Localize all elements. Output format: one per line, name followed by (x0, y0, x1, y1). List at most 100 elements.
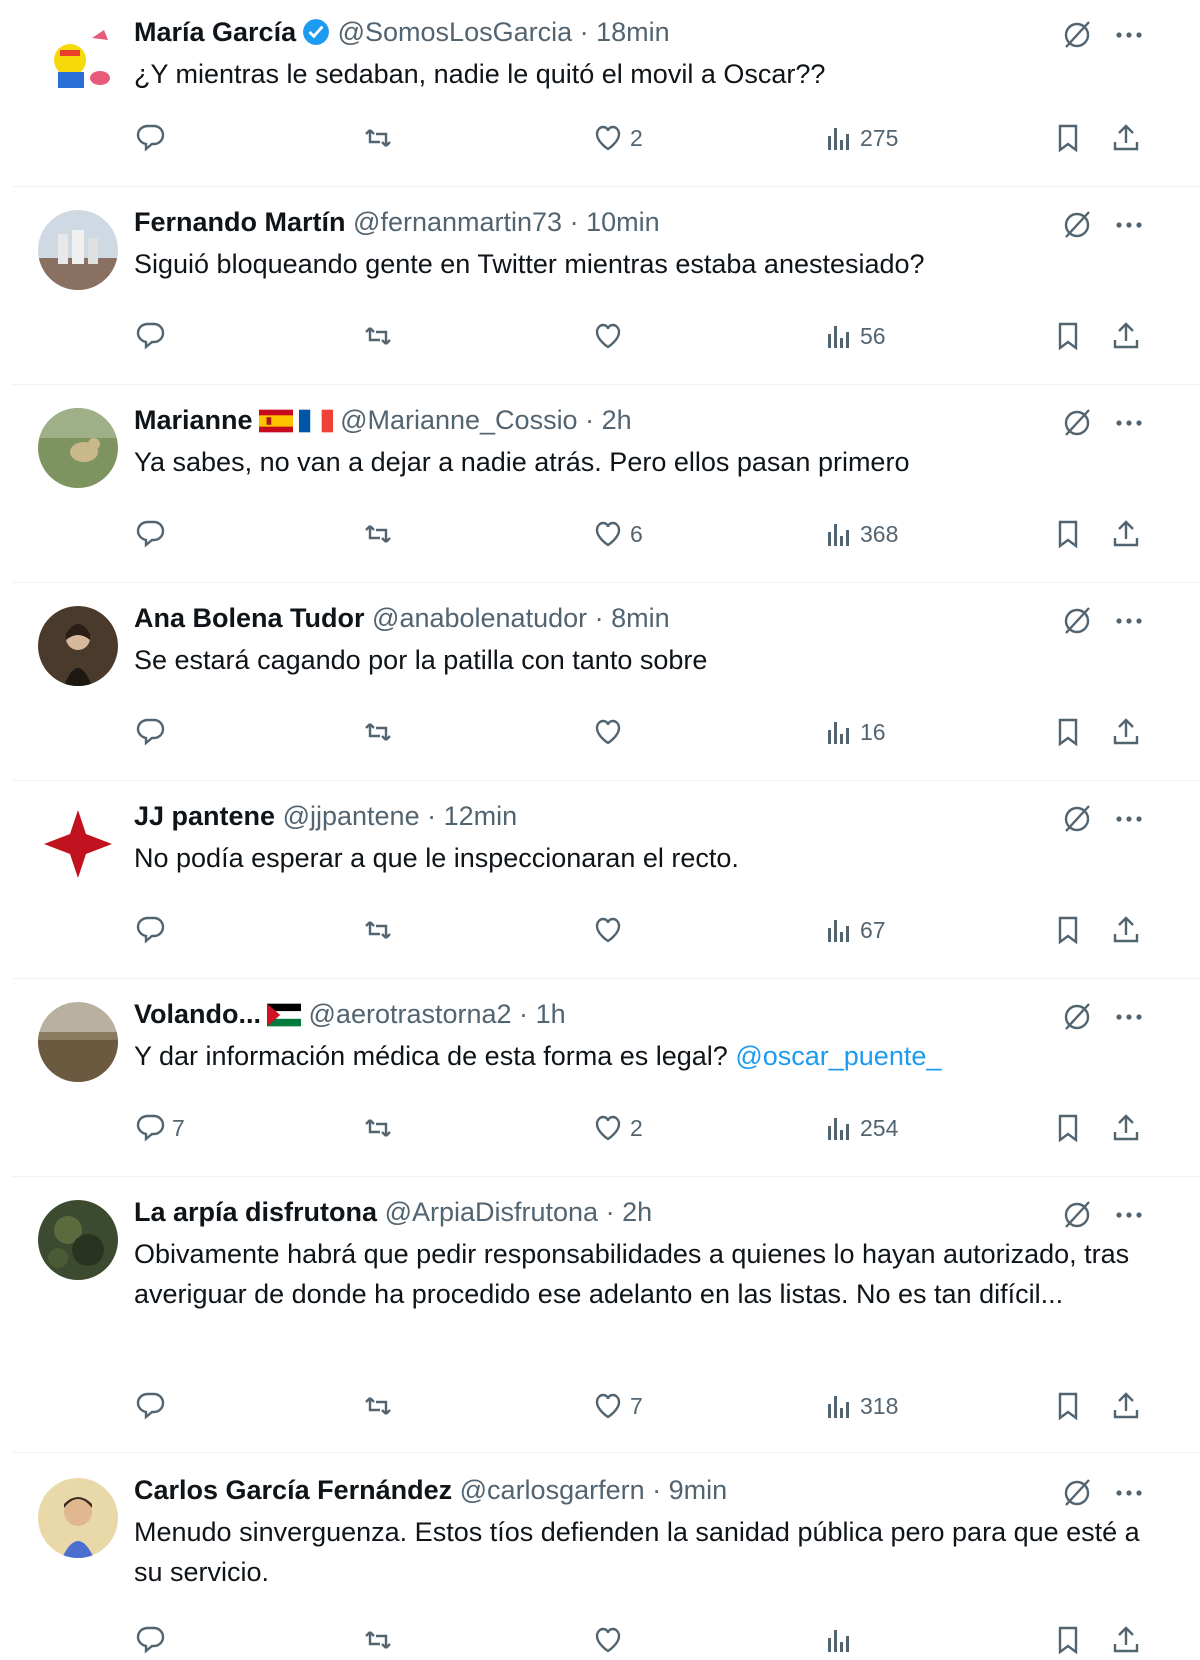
avatar[interactable] (38, 210, 118, 290)
more-options-icon[interactable] (1112, 18, 1146, 52)
avatar[interactable] (38, 606, 118, 686)
avatar[interactable] (38, 1478, 118, 1558)
views-button[interactable]: 67 (822, 910, 886, 950)
user-handle[interactable]: @Marianne_Cossio (340, 405, 578, 435)
display-name[interactable]: Marianne (134, 405, 253, 435)
like-button[interactable]: 7 (592, 1386, 643, 1426)
views-button[interactable]: 368 (822, 514, 898, 554)
more-options-icon[interactable] (1112, 1198, 1146, 1232)
retweet-button[interactable] (362, 316, 394, 356)
retweet-button[interactable] (362, 712, 394, 752)
retweet-button[interactable] (362, 1386, 394, 1426)
user-handle[interactable]: @jjpantene (283, 801, 420, 831)
share-button[interactable] (1110, 514, 1142, 554)
avatar[interactable] (38, 804, 118, 884)
share-button[interactable] (1110, 316, 1142, 356)
tweet[interactable]: Ana Bolena Tudor @anabolenatudor · 8min S… (12, 594, 1200, 784)
views-button[interactable]: 318 (822, 1386, 898, 1426)
views-button[interactable]: 16 (822, 712, 886, 752)
views-button[interactable] (822, 1620, 854, 1660)
timestamp[interactable]: 2h (602, 405, 632, 435)
display-name[interactable]: La arpía disfrutona (134, 1197, 377, 1227)
retweet-button[interactable] (362, 118, 394, 158)
grok-icon[interactable] (1060, 802, 1094, 836)
grok-icon[interactable] (1060, 406, 1094, 440)
grok-icon[interactable] (1060, 1476, 1094, 1510)
reply-button[interactable] (134, 1386, 166, 1426)
like-button[interactable] (592, 1620, 624, 1660)
retweet-button[interactable] (362, 1620, 394, 1660)
bookmark-button[interactable] (1052, 1386, 1084, 1426)
bookmark-button[interactable] (1052, 316, 1084, 356)
tweet[interactable]: Carlos García Fernández @carlosgarfern ·… (12, 1466, 1200, 1656)
retweet-button[interactable] (362, 910, 394, 950)
display-name[interactable]: Carlos García Fernández (134, 1475, 452, 1505)
like-button[interactable]: 2 (592, 118, 643, 158)
like-button[interactable] (592, 316, 624, 356)
tweet[interactable]: Marianne @Marianne_Cossio · 2h Ya sabes, … (12, 396, 1200, 586)
grok-icon[interactable] (1060, 1000, 1094, 1034)
tweet[interactable]: JJ pantene @jjpantene · 12min No podía es… (12, 792, 1200, 982)
avatar[interactable] (38, 1200, 118, 1280)
reply-button[interactable] (134, 712, 166, 752)
display-name[interactable]: Ana Bolena Tudor (134, 603, 365, 633)
avatar[interactable] (38, 20, 118, 100)
display-name[interactable]: Fernando Martín (134, 207, 346, 237)
like-button[interactable] (592, 910, 624, 950)
like-button[interactable]: 2 (592, 1108, 643, 1148)
bookmark-button[interactable] (1052, 514, 1084, 554)
timestamp[interactable]: 12min (444, 801, 518, 831)
timestamp[interactable]: 18min (596, 17, 670, 47)
share-button[interactable] (1110, 712, 1142, 752)
bookmark-button[interactable] (1052, 910, 1084, 950)
display-name[interactable]: María García (134, 17, 296, 47)
share-button[interactable] (1110, 910, 1142, 950)
avatar[interactable] (38, 1002, 118, 1082)
reply-button[interactable] (134, 118, 166, 158)
views-button[interactable]: 275 (822, 118, 898, 158)
timestamp[interactable]: 10min (586, 207, 660, 237)
tweet[interactable]: Fernando Martín @fernanmartin73 · 10min S… (12, 198, 1200, 388)
reply-button[interactable] (134, 316, 166, 356)
tweet[interactable]: La arpía disfrutona @ArpiaDisfrutona · 2… (12, 1188, 1200, 1421)
display-name[interactable]: Volando... (134, 999, 261, 1029)
more-options-icon[interactable] (1112, 208, 1146, 242)
timestamp[interactable]: 9min (669, 1475, 728, 1505)
timestamp[interactable]: 2h (622, 1197, 652, 1227)
bookmark-button[interactable] (1052, 1108, 1084, 1148)
avatar[interactable] (38, 408, 118, 488)
views-button[interactable]: 56 (822, 316, 886, 356)
share-button[interactable] (1110, 1108, 1142, 1148)
more-options-icon[interactable] (1112, 604, 1146, 638)
reply-button[interactable] (134, 1620, 166, 1660)
grok-icon[interactable] (1060, 1198, 1094, 1232)
more-options-icon[interactable] (1112, 1000, 1146, 1034)
grok-icon[interactable] (1060, 208, 1094, 242)
bookmark-button[interactable] (1052, 118, 1084, 158)
grok-icon[interactable] (1060, 18, 1094, 52)
more-options-icon[interactable] (1112, 1476, 1146, 1510)
user-handle[interactable]: @aerotrastorna2 (309, 999, 512, 1029)
mention-link[interactable]: @oscar_puente_ (735, 1041, 941, 1071)
tweet[interactable]: Volando... @aerotrastorna2 · 1h Y dar inf… (12, 990, 1200, 1180)
like-button[interactable]: 6 (592, 514, 643, 554)
user-handle[interactable]: @ArpiaDisfrutona (385, 1197, 599, 1227)
bookmark-button[interactable] (1052, 1620, 1084, 1660)
more-options-icon[interactable] (1112, 406, 1146, 440)
share-button[interactable] (1110, 1620, 1142, 1660)
more-options-icon[interactable] (1112, 802, 1146, 836)
retweet-button[interactable] (362, 1108, 394, 1148)
reply-button[interactable] (134, 514, 166, 554)
user-handle[interactable]: @fernanmartin73 (353, 207, 562, 237)
grok-icon[interactable] (1060, 604, 1094, 638)
tweet[interactable]: María García @SomosLosGarcia · 18min ¿Y m… (12, 8, 1200, 198)
user-handle[interactable]: @carlosgarfern (460, 1475, 645, 1505)
reply-button[interactable]: 7 (134, 1108, 185, 1148)
reply-button[interactable] (134, 910, 166, 950)
user-handle[interactable]: @SomosLosGarcia (338, 17, 573, 47)
bookmark-button[interactable] (1052, 712, 1084, 752)
timestamp[interactable]: 8min (611, 603, 670, 633)
share-button[interactable] (1110, 118, 1142, 158)
timestamp[interactable]: 1h (536, 999, 566, 1029)
retweet-button[interactable] (362, 514, 394, 554)
